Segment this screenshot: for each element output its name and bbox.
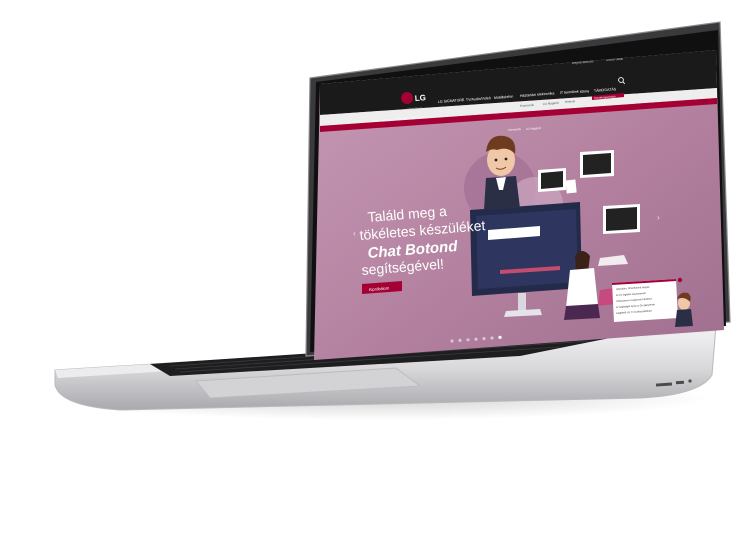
brand-logo: LG: [414, 93, 426, 103]
floating-tv-3: [603, 204, 640, 234]
screen: LG Life's Good Bejelentkezés Üzleti olda…: [314, 50, 724, 360]
floating-doc: [565, 179, 577, 194]
carousel-dot[interactable]: [498, 335, 502, 339]
carousel-dot[interactable]: [458, 338, 462, 342]
carousel-prev-icon[interactable]: ‹: [353, 229, 356, 238]
carousel-dot[interactable]: [490, 336, 494, 340]
carousel-next-icon[interactable]: ›: [657, 213, 660, 222]
port-round: [688, 379, 692, 383]
carousel-dot[interactable]: [482, 337, 486, 341]
illustration-stand: [518, 293, 526, 311]
laptop-scene: LG Life's Good Bejelentkezés Üzleti olda…: [50, 21, 731, 420]
carousel-dot[interactable]: [466, 338, 470, 342]
lg-logo-icon: [401, 92, 413, 104]
promo-item-newsletter[interactable]: Hírlevél: [565, 99, 576, 104]
floating-tv-1: [538, 168, 566, 192]
floating-tv-2: [580, 150, 614, 178]
carousel-dot[interactable]: [450, 339, 454, 343]
chat-bubble[interactable]: Üdvözlöm, Chat Botond vagyok, az LG digi…: [612, 279, 678, 322]
port: [675, 380, 685, 385]
carousel-dot[interactable]: [474, 337, 478, 341]
nav-item-climate[interactable]: Klíma: [580, 89, 589, 94]
